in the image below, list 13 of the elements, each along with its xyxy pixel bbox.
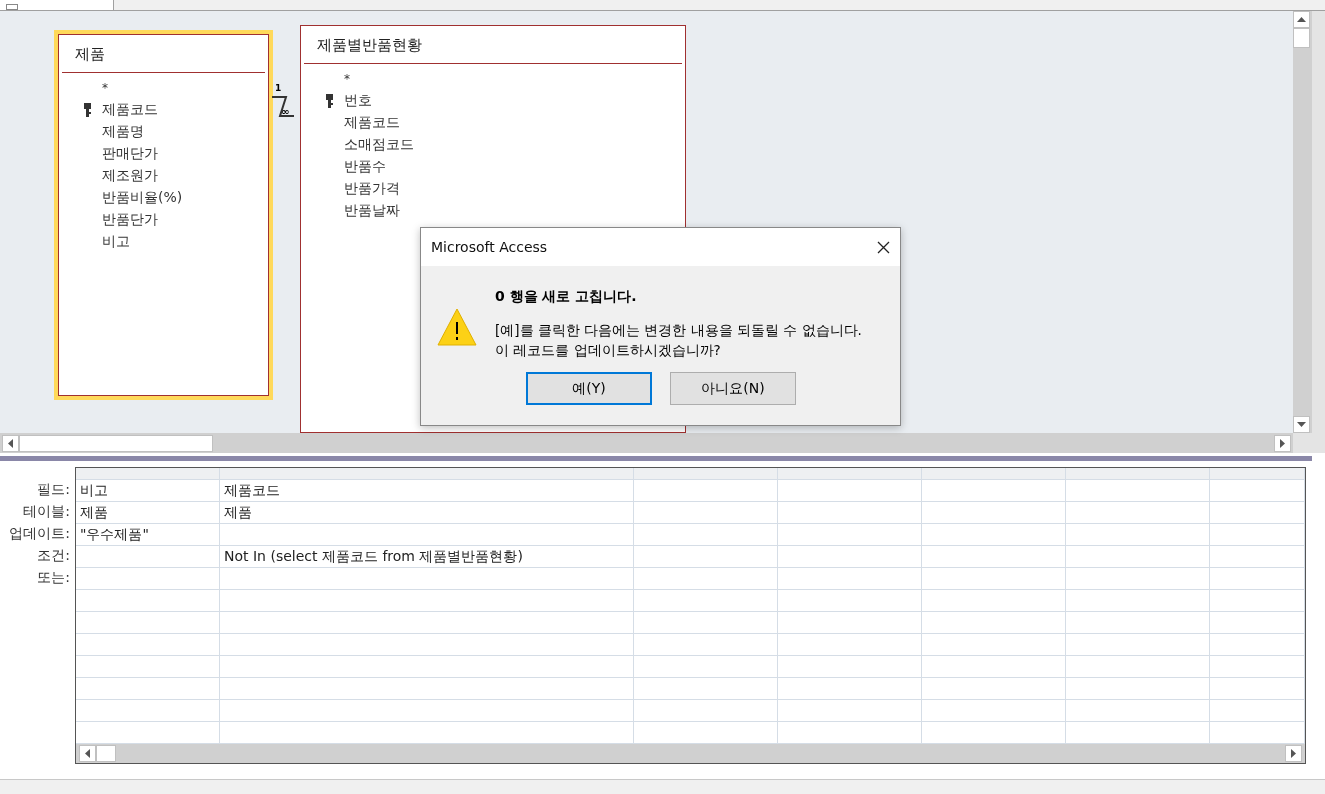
- row-label: 테이블:: [22, 502, 71, 521]
- table-title: 제품: [74, 44, 106, 65]
- row-label: 조건:: [36, 546, 71, 565]
- dialog-message: [예]를 클릭한 다음에는 변경한 내용을 되돌릴 수 없습니다.: [495, 321, 862, 340]
- table-title: 제품별반품현황: [316, 35, 423, 56]
- row-label: 업데이트:: [8, 524, 71, 543]
- join-many-label: ∞: [281, 107, 290, 117]
- dialog-message: 이 레코드를 업데이트하시겠습니까?: [495, 341, 722, 360]
- join-one-label: 1: [275, 83, 282, 93]
- dialog-title: Microsoft Access: [431, 239, 548, 255]
- dialog-heading: 0 행을 새로 고칩니다.: [495, 288, 638, 306]
- row-label: 또는:: [36, 568, 71, 587]
- row-label: 필드:: [36, 480, 71, 499]
